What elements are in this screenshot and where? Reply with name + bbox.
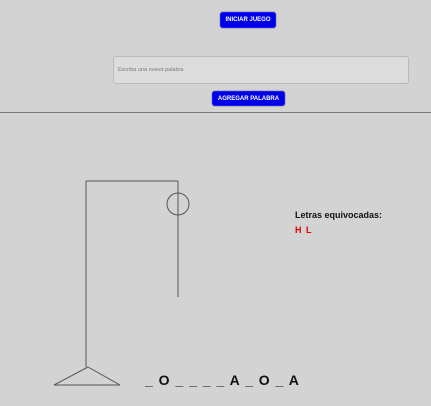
hangman-drawing	[53, 180, 190, 386]
gallows-base-left	[53, 366, 89, 386]
secret-word-display: _ O _ _ _ _ A _ O _ A	[145, 372, 300, 388]
gallows-base-right	[87, 366, 121, 386]
wrong-letters-list: H L	[295, 225, 313, 235]
wrong-letters-label: Letras equivocadas:	[295, 210, 383, 220]
